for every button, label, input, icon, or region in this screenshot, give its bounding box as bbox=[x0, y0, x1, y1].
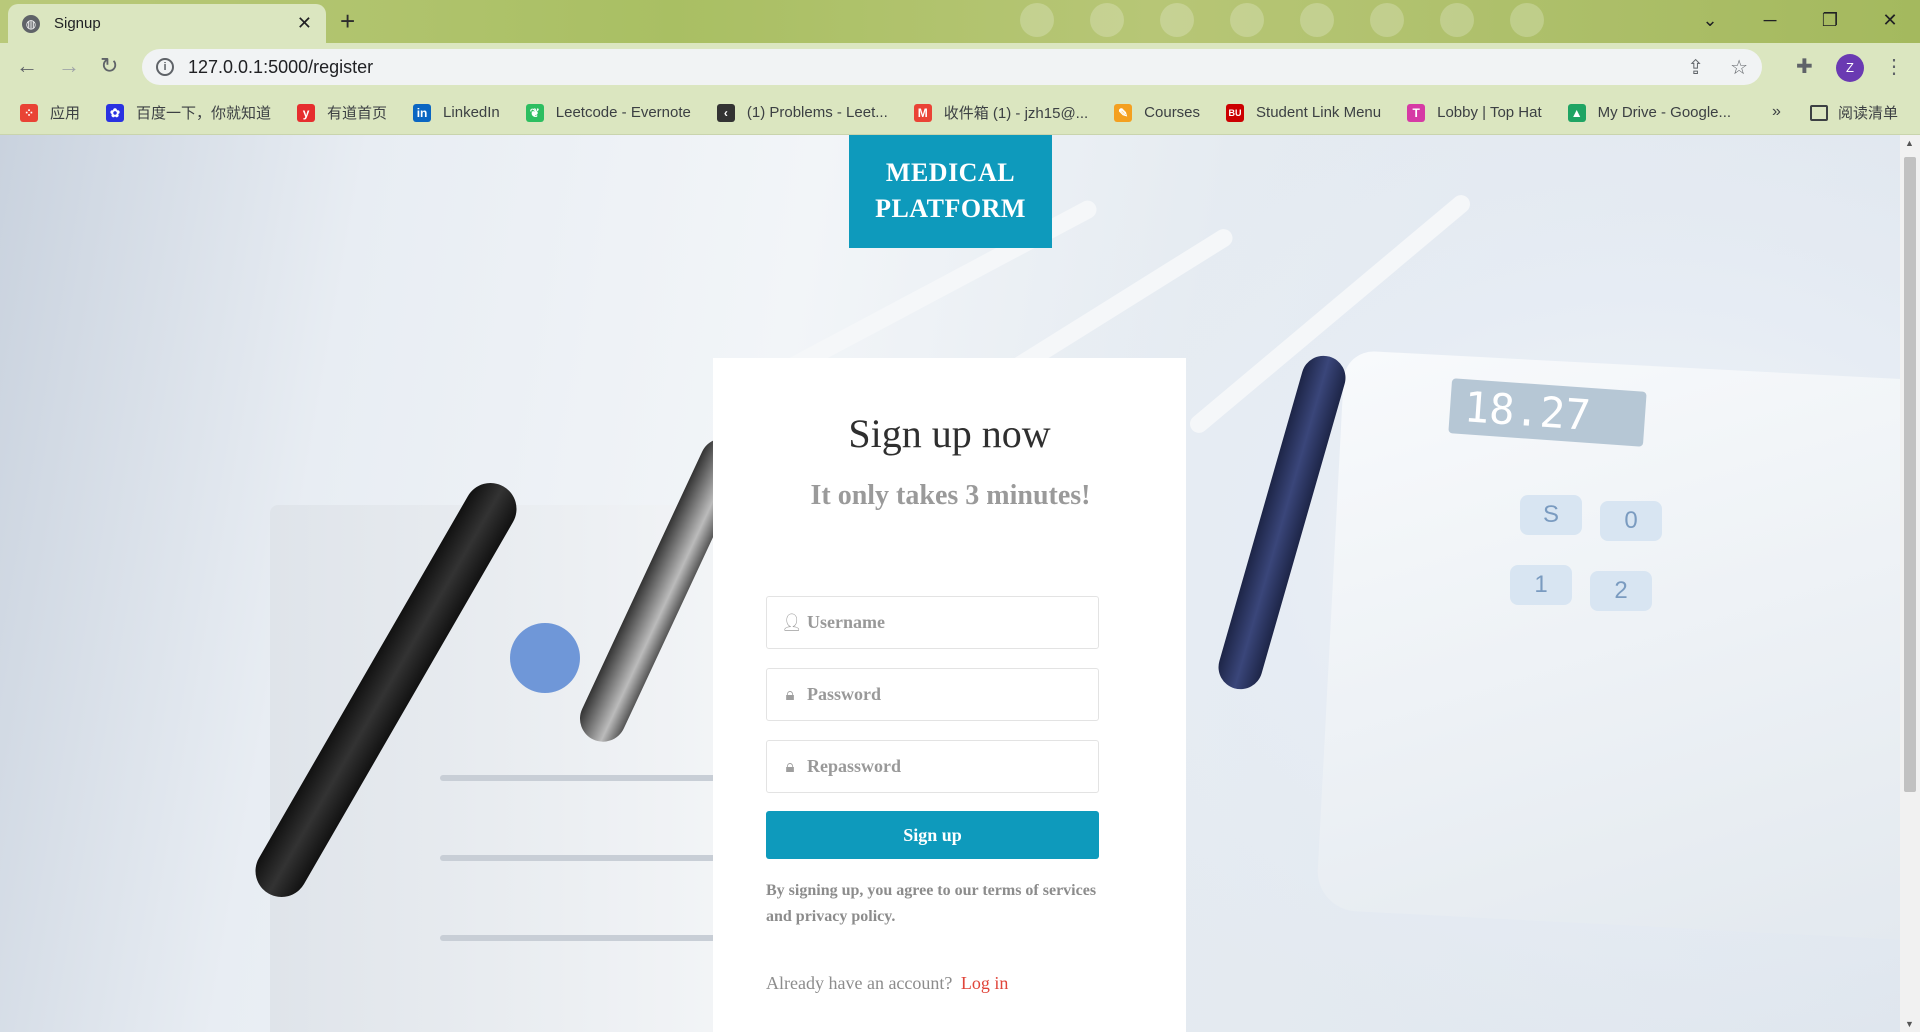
browser-toolbar: ← → ↻ i 127.0.0.1:5000/register ⇪ ☆ ✚ Z … bbox=[0, 43, 1920, 91]
password-field[interactable]: 🔒︎ bbox=[766, 668, 1099, 721]
new-tab-button[interactable]: + bbox=[340, 8, 355, 34]
active-tab[interactable]: ◍ Signup ✕ bbox=[8, 4, 326, 43]
bookmark-label: Courses bbox=[1144, 104, 1201, 121]
bookmark-label: Student Link Menu bbox=[1256, 104, 1382, 121]
tab-strip: ◍ Signup ✕ + ⌄ ─ ❐ ✕ bbox=[0, 0, 1920, 43]
login-link[interactable]: Log in bbox=[961, 973, 1009, 993]
apps-grid-icon: ⁘ bbox=[20, 103, 38, 122]
lock-icon: 🔒︎ bbox=[785, 684, 795, 704]
terms-notice: By signing up, you agree to our terms of… bbox=[766, 882, 1097, 925]
tophat-icon: T bbox=[1407, 103, 1426, 122]
bookmark-item[interactable]: BU Student Link Menu bbox=[1226, 103, 1382, 122]
bu-icon: BU bbox=[1226, 103, 1245, 122]
background-handpiece-button bbox=[510, 623, 580, 693]
panel-key: 1 bbox=[1510, 565, 1572, 605]
reading-list-label: 阅读清单 bbox=[1838, 105, 1899, 122]
google-drive-icon: ▲ bbox=[1567, 103, 1586, 122]
scroll-up-arrow-icon[interactable]: ▲ bbox=[1905, 138, 1914, 148]
password-input[interactable] bbox=[807, 684, 1087, 705]
sign-up-button[interactable]: Sign up bbox=[766, 811, 1099, 859]
bookmark-item[interactable]: y 有道首页 bbox=[297, 102, 387, 123]
brand-line-1: MEDICAL bbox=[885, 158, 1016, 187]
bookmark-item[interactable]: ‹ (1) Problems - Leet... bbox=[716, 103, 888, 122]
tabstrip-pattern bbox=[980, 0, 1580, 43]
page-subtitle: It only takes 3 minutes! bbox=[810, 480, 1091, 511]
extensions-puzzle-icon[interactable]: ✚ bbox=[1796, 54, 1813, 79]
youdao-icon: y bbox=[297, 103, 316, 122]
bookmarks-overflow-chevron-icon[interactable]: » bbox=[1772, 103, 1781, 121]
drawer-handle bbox=[440, 775, 740, 781]
page-title: Sign up now bbox=[848, 411, 1051, 456]
drawer-handle bbox=[440, 935, 740, 941]
courses-icon: ✎ bbox=[1114, 103, 1133, 122]
restore-button[interactable]: ❐ bbox=[1800, 0, 1860, 40]
bookmark-label: Lobby | Top Hat bbox=[1437, 104, 1542, 121]
username-input[interactable] bbox=[807, 612, 1087, 633]
repassword-field[interactable]: 🔒︎ bbox=[766, 740, 1099, 793]
username-field[interactable]: 👤︎ bbox=[766, 596, 1099, 649]
bookmark-item[interactable]: M 收件箱 (1) - jzh15@... bbox=[913, 102, 1089, 123]
bookmark-label: (1) Problems - Leet... bbox=[746, 104, 888, 121]
evernote-icon: ❦ bbox=[525, 103, 544, 122]
repassword-input[interactable] bbox=[807, 756, 1087, 777]
linkedin-icon: in bbox=[413, 103, 432, 122]
leetcode-icon: ‹ bbox=[716, 103, 735, 122]
bookmark-label: LinkedIn bbox=[443, 104, 500, 121]
globe-icon: ◍ bbox=[22, 14, 40, 33]
brand-line-2: PLATFORM bbox=[875, 194, 1026, 223]
bookmark-star-icon[interactable]: ☆ bbox=[1730, 55, 1748, 80]
brand-logo[interactable]: MEDICAL PLATFORM bbox=[849, 135, 1052, 248]
scroll-down-arrow-icon[interactable]: ▼ bbox=[1905, 1019, 1914, 1029]
tab-search-chevron-icon[interactable]: ⌄ bbox=[1680, 0, 1740, 40]
gmail-icon: M bbox=[913, 103, 932, 122]
close-window-button[interactable]: ✕ bbox=[1860, 0, 1920, 40]
bookmark-item[interactable]: T Lobby | Top Hat bbox=[1407, 103, 1542, 122]
back-arrow-icon[interactable]: ← bbox=[16, 53, 38, 79]
bookmark-label: My Drive - Google... bbox=[1597, 104, 1732, 121]
bookmark-label: 有道首页 bbox=[327, 105, 388, 122]
tab-title: Signup bbox=[54, 15, 101, 32]
menu-kebab-icon[interactable]: ⋮ bbox=[1884, 54, 1904, 79]
lock-icon: 🔒︎ bbox=[785, 756, 795, 776]
reading-list-button[interactable]: 阅读清单 bbox=[1810, 102, 1898, 123]
signup-card: Sign up now It only takes 3 minutes! 👤︎ … bbox=[713, 358, 1186, 1032]
login-prompt-text: Already have an account? bbox=[766, 973, 953, 993]
reading-list-icon bbox=[1810, 104, 1828, 121]
login-prompt: Already have an account? Log in bbox=[766, 973, 1008, 994]
panel-key: S bbox=[1520, 495, 1582, 535]
bookmark-label: 收件箱 (1) - jzh15@... bbox=[943, 105, 1089, 122]
bookmark-item[interactable]: ✎ Courses bbox=[1114, 103, 1201, 122]
bookmark-label: 百度一下，你就知道 bbox=[136, 105, 272, 122]
bookmarks-bar: ⁘ 应用 ✿ 百度一下，你就知道 y 有道首页 in LinkedIn ❦ Leetcode - … bbox=[0, 91, 1920, 135]
bookmark-item[interactable]: ▲ My Drive - Google... bbox=[1567, 103, 1732, 122]
reload-icon[interactable]: ↻ bbox=[100, 53, 118, 79]
minimize-button[interactable]: ─ bbox=[1740, 0, 1800, 40]
url-text: 127.0.0.1:5000/register bbox=[188, 56, 374, 77]
user-icon: 👤︎ bbox=[781, 612, 803, 632]
share-icon[interactable]: ⇪ bbox=[1687, 55, 1704, 80]
baidu-icon: ✿ bbox=[106, 103, 125, 122]
bookmark-label: 应用 bbox=[50, 105, 81, 122]
address-bar[interactable]: i 127.0.0.1:5000/register ⇪ ☆ bbox=[142, 49, 1762, 85]
bookmark-item[interactable]: ❦ Leetcode - Evernote bbox=[525, 103, 691, 122]
page-scrollbar[interactable]: ▲ ▼ bbox=[1900, 135, 1920, 1032]
bookmark-label: Leetcode - Evernote bbox=[555, 104, 691, 121]
forward-arrow-icon[interactable]: → bbox=[58, 53, 80, 79]
bookmark-item[interactable]: in LinkedIn bbox=[413, 103, 500, 122]
close-tab-icon[interactable]: ✕ bbox=[297, 13, 312, 34]
site-info-icon[interactable]: i bbox=[156, 58, 174, 76]
panel-key: 0 bbox=[1600, 501, 1662, 541]
panel-key: 2 bbox=[1590, 571, 1652, 611]
scrollbar-thumb[interactable] bbox=[1904, 157, 1916, 792]
profile-avatar[interactable]: Z bbox=[1836, 54, 1864, 82]
bookmark-item[interactable]: ✿ 百度一下，你就知道 bbox=[106, 102, 271, 123]
bookmark-item[interactable]: ⁘ 应用 bbox=[20, 102, 80, 123]
drawer-handle bbox=[440, 855, 740, 861]
